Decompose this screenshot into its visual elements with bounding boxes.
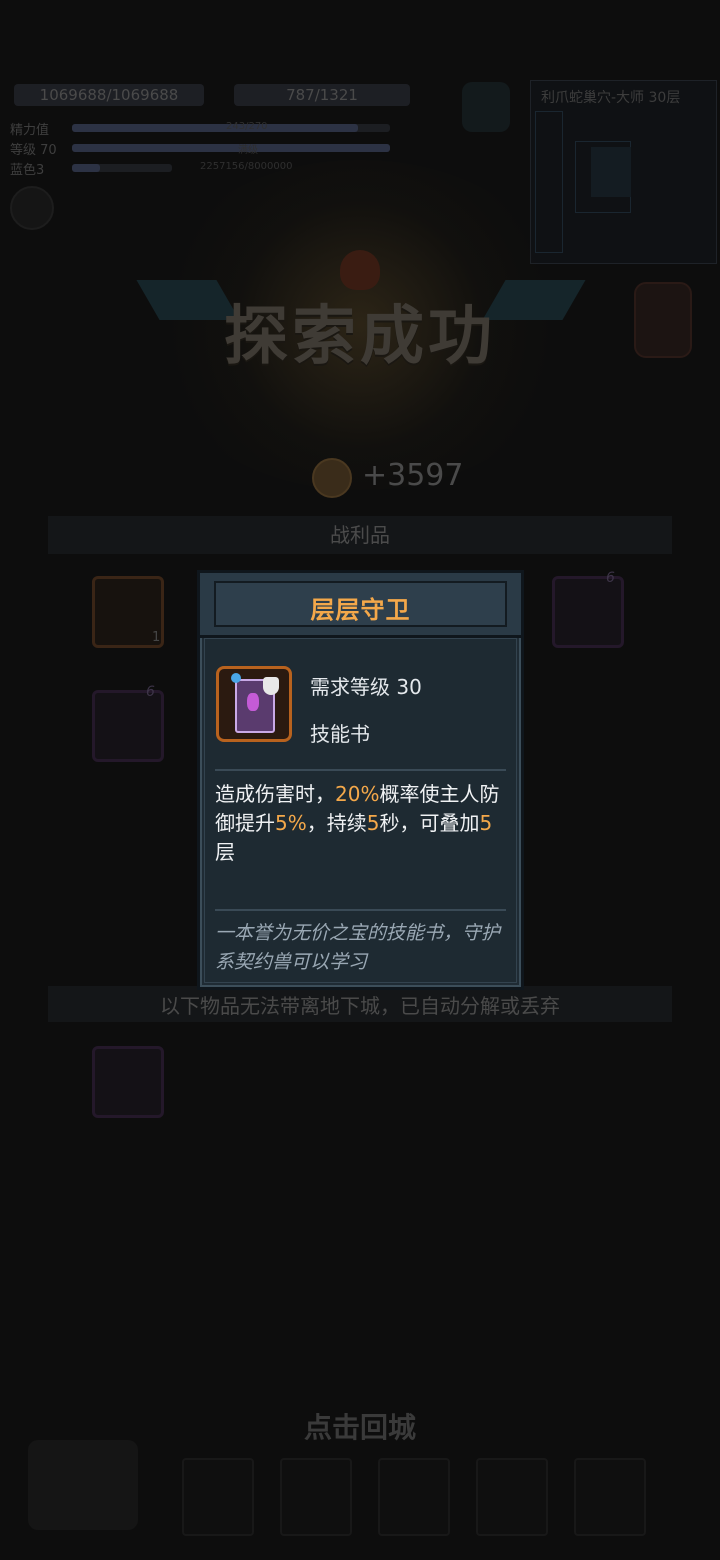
exp-value: 2257156/8000000 <box>200 161 293 172</box>
quick-slot-3[interactable] <box>378 1458 450 1536</box>
minimap[interactable]: 利爪蛇巢穴-大师 30层 <box>530 80 717 264</box>
shield-badge-icon <box>263 677 279 695</box>
loot-slot-claw[interactable] <box>92 690 164 762</box>
minimap-corridor <box>591 147 631 197</box>
minimap-title: 利爪蛇巢穴-大师 30层 <box>541 90 681 106</box>
loot-slot-level-badge: 6 <box>606 570 615 586</box>
loot-header: 战利品 <box>48 516 672 554</box>
hp-bar: 1069688/1069688 <box>14 84 204 106</box>
popup-divider-bottom <box>215 909 506 911</box>
quick-slot-2[interactable] <box>280 1458 352 1536</box>
popup-header: 层层守卫 <box>200 573 521 638</box>
paw-icon[interactable] <box>10 186 54 230</box>
exp-bar <box>72 164 172 172</box>
item-detail-popup[interactable]: 层层守卫 需求等级 30 技能书 造成伤害时，20%概率使主人防御提升5%，持续… <box>197 570 524 990</box>
item-name: 层层守卫 <box>310 596 411 624</box>
loot-slot-count: 1 <box>152 630 161 645</box>
item-type: 技能书 <box>310 722 370 746</box>
quick-slot-1[interactable] <box>182 1458 254 1536</box>
level-bar <box>72 144 390 152</box>
portal-icon[interactable] <box>462 82 510 132</box>
stamina-value: 243/270 <box>226 121 268 132</box>
quick-slot-5[interactable] <box>574 1458 646 1536</box>
exp-label: 蓝色3 <box>10 163 45 178</box>
flame-icon <box>340 250 380 290</box>
lantern-icon[interactable] <box>634 282 692 358</box>
required-level: 需求等级 30 <box>310 675 422 699</box>
desc-text-4: 秒，可叠加 <box>379 811 480 835</box>
desc-text-3: ，持续 <box>306 811 367 835</box>
loot-header-label: 战利品 <box>330 523 390 547</box>
book-gem <box>247 693 259 711</box>
skill-book-icon <box>216 666 292 742</box>
backpack-icon[interactable] <box>28 1440 138 1530</box>
discarded-item-slot[interactable] <box>92 1046 164 1118</box>
hp-value: 1069688/1069688 <box>39 86 179 104</box>
pin-icon <box>231 673 241 683</box>
loot-slot-level-badge-2: 6 <box>146 684 155 700</box>
level-label: 等级 70 <box>10 143 57 158</box>
desc-stack-limit: 5 <box>479 811 493 835</box>
desc-defense-bonus: 5% <box>275 811 307 835</box>
level-value: 满级 <box>238 145 258 156</box>
stamina-label: 精力值 <box>10 123 50 138</box>
explore-success-title: 探索成功 <box>224 300 496 374</box>
mp-value: 787/1321 <box>286 86 358 104</box>
item-description: 造成伤害时，20%概率使主人防御提升5%，持续5秒，可叠加5层 <box>215 780 504 867</box>
loot-slot-bow[interactable] <box>552 576 624 648</box>
popup-divider-top <box>215 769 506 771</box>
discard-note: 以下物品无法带离地下城，已自动分解或丢弃 <box>160 994 560 1018</box>
desc-chance: 20% <box>335 782 380 806</box>
desc-duration: 5 <box>366 811 380 835</box>
quick-slot-4[interactable] <box>476 1458 548 1536</box>
gold-reward: +3597 <box>362 458 464 493</box>
desc-text-5: 层 <box>215 840 235 864</box>
mp-bar: 787/1321 <box>234 84 410 106</box>
desc-text-1: 造成伤害时， <box>215 782 335 806</box>
item-flavor-text: 一本誉为无价之宝的技能书，守护系契约兽可以学习 <box>215 922 501 973</box>
gold-coin-icon <box>312 458 352 498</box>
popup-body: 需求等级 30 技能书 造成伤害时，20%概率使主人防御提升5%，持续5秒，可叠… <box>204 638 517 983</box>
